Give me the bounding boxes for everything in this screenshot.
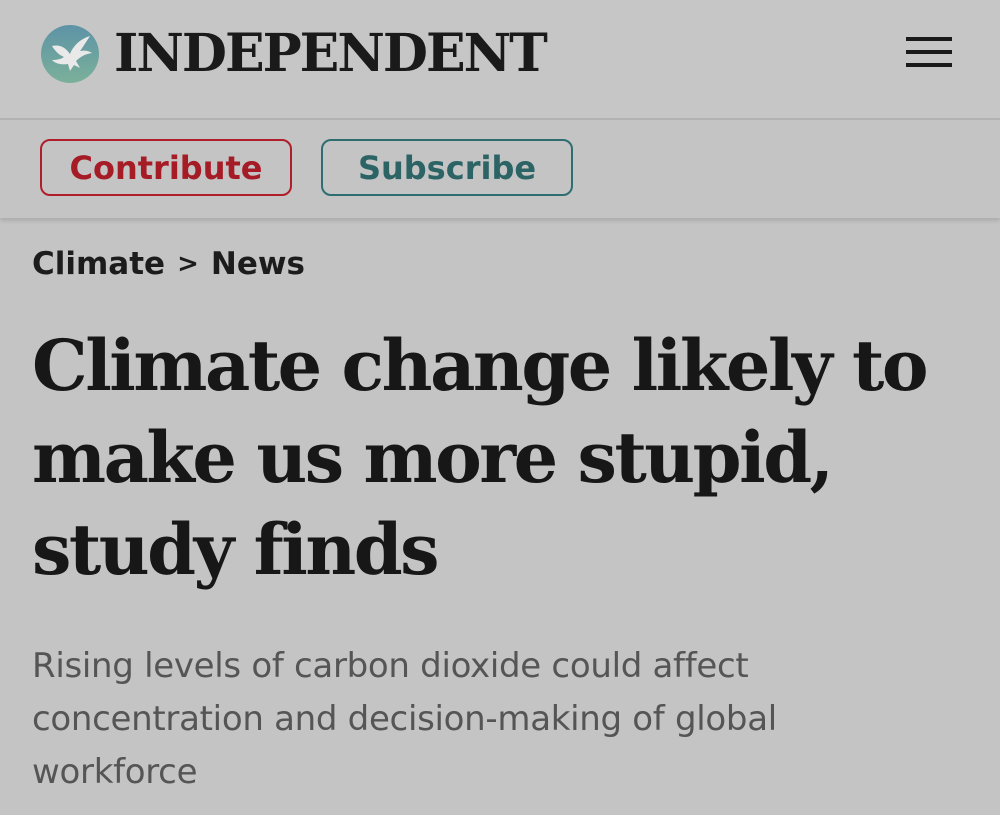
breadcrumb-separator: > <box>177 249 199 279</box>
article-standfirst: Rising levels of carbon dioxide could af… <box>32 646 777 792</box>
action-bar: Contribute Subscribe <box>0 120 1000 218</box>
subscribe-button[interactable]: Subscribe <box>321 139 573 196</box>
site-logo[interactable]: INDEPENDENT <box>40 23 548 84</box>
article-headline: Climate change likely to make us more st… <box>32 324 929 591</box>
eagle-icon <box>41 25 99 83</box>
breadcrumb-section-link[interactable]: Climate <box>32 246 165 282</box>
breadcrumb: Climate > News <box>32 246 305 282</box>
breadcrumb-subsection-link[interactable]: News <box>211 246 305 282</box>
contribute-button[interactable]: Contribute <box>40 139 292 196</box>
site-header: INDEPENDENT <box>0 0 1000 120</box>
hamburger-menu-icon[interactable] <box>903 34 955 72</box>
site-wordmark: INDEPENDENT <box>114 23 548 84</box>
